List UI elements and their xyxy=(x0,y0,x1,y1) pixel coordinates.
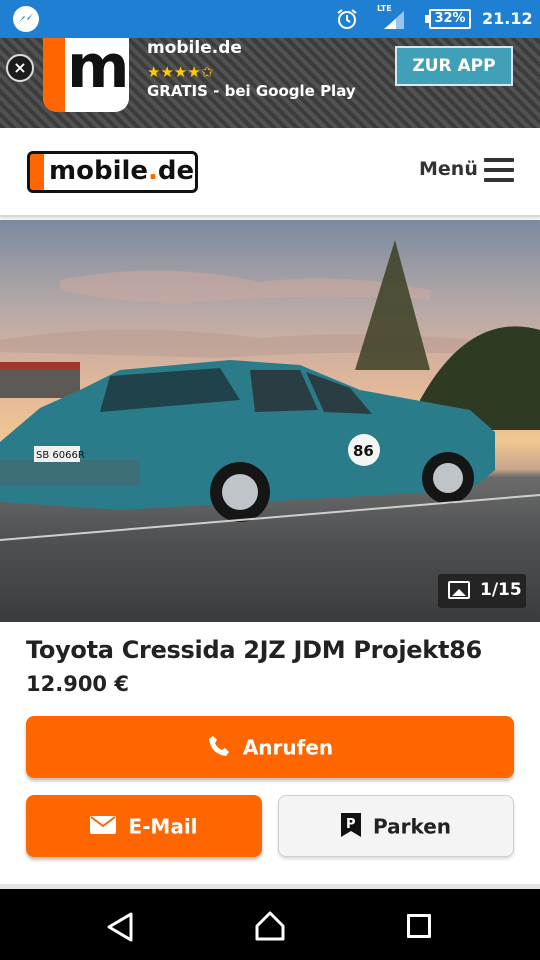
site-logo[interactable]: mobile.de xyxy=(27,151,198,193)
menu-label[interactable]: Menü xyxy=(419,158,478,180)
recent-apps-icon[interactable] xyxy=(407,914,431,938)
clock: 21.12 xyxy=(482,9,533,28)
ad-app-name: mobile.de xyxy=(147,38,242,58)
hamburger-menu-icon[interactable] xyxy=(484,158,514,182)
image-icon xyxy=(448,581,470,599)
photo-counter-text: 1/15 xyxy=(480,580,522,600)
photo-counter[interactable]: 1/15 xyxy=(438,574,526,608)
park-button[interactable]: P Parken xyxy=(278,795,514,857)
listing-title: Toyota Cressida 2JZ JDM Projekt86 xyxy=(26,636,482,664)
park-label: Parken xyxy=(372,814,452,839)
alarm-icon xyxy=(337,9,357,29)
call-button[interactable]: Anrufen xyxy=(26,716,514,778)
email-label: E-Mail xyxy=(128,814,198,839)
site-header: mobile.de Menü xyxy=(0,128,540,217)
svg-text:86: 86 xyxy=(353,442,374,460)
messenger-icon xyxy=(13,6,39,32)
android-nav-bar xyxy=(0,889,540,960)
app-install-banner[interactable]: × m mobile.de ★★★★✩ GRATIS - bei Google … xyxy=(0,38,540,128)
signal-icon xyxy=(384,11,404,29)
logo-letter: m xyxy=(67,38,129,102)
phone-icon xyxy=(208,735,229,756)
back-icon[interactable] xyxy=(106,912,134,942)
envelope-icon xyxy=(90,815,117,834)
email-button[interactable]: E-Mail xyxy=(26,795,262,857)
ad-subtitle: GRATIS - bei Google Play xyxy=(147,82,356,100)
svg-text:P: P xyxy=(346,817,356,832)
close-icon[interactable]: × xyxy=(6,54,34,82)
battery-icon: 32% xyxy=(425,9,471,29)
call-label: Anrufen xyxy=(242,735,334,760)
svg-text:SB 6066R: SB 6066R xyxy=(36,450,85,461)
parking-icon: P xyxy=(340,812,361,837)
logo-text: mobile.de xyxy=(49,156,194,186)
status-bar: LTE 32% 21.12 xyxy=(0,0,540,38)
logo-orange-bar xyxy=(30,154,44,190)
listing-price: 12.900 € xyxy=(26,672,129,696)
app-logo: m xyxy=(43,38,129,112)
logo-suffix: de xyxy=(157,156,195,186)
logo-orange-bar xyxy=(43,38,65,112)
home-icon[interactable] xyxy=(254,910,286,942)
listing-photo[interactable]: SB 6066R 86 xyxy=(0,220,540,622)
logo-main: mobile xyxy=(49,156,149,186)
logo-dot: . xyxy=(148,156,158,186)
open-app-button[interactable]: ZUR APP xyxy=(395,46,513,86)
rating-stars: ★★★★✩ xyxy=(147,63,214,81)
